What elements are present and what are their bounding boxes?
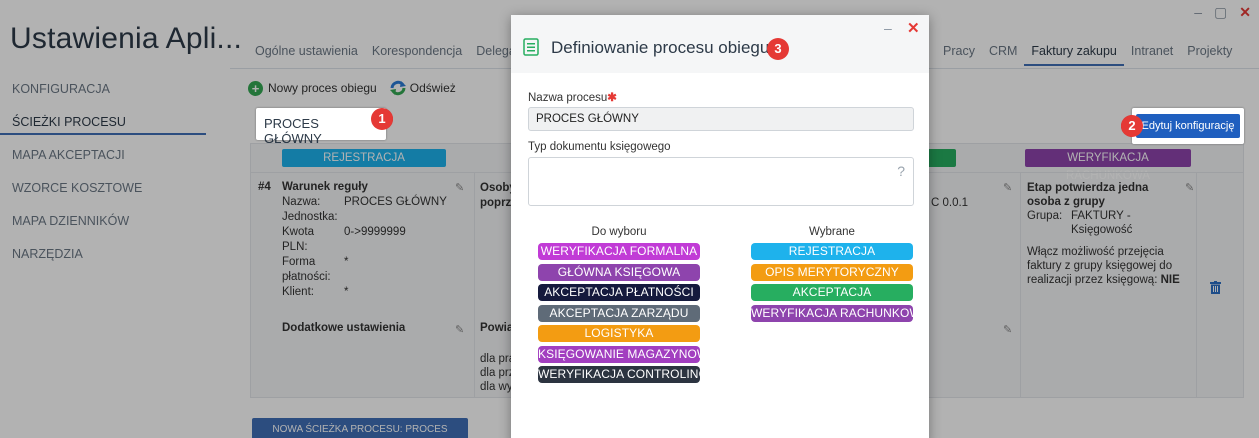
required-icon: ✱ — [607, 92, 617, 104]
badge-3: 3 — [767, 38, 789, 60]
selected-header: Wybrane — [809, 226, 855, 238]
available-chip[interactable]: WERYFIKACJA FORMALNA — [538, 243, 700, 260]
process-dialog: Definiowanie procesu obiegu 3 – ✕ Nazwa … — [511, 15, 929, 438]
name-label-wrap: Nazwa procesu✱ — [528, 90, 617, 104]
help-icon[interactable]: ? — [897, 163, 905, 179]
available-chip[interactable]: KSIĘGOWANIE MAGAZYNOWE — [538, 345, 716, 363]
edit-config-button-highlight[interactable]: Edytuj konfigurację — [1136, 114, 1240, 138]
selected-chip[interactable]: AKCEPTACJA — [751, 284, 913, 301]
process-label-highlight: PROCES GŁÓWNY — [256, 108, 386, 146]
document-type-input[interactable]: ? — [528, 157, 914, 206]
badge-2-highlight: 2 — [1121, 115, 1143, 137]
available-header: Do wyboru — [591, 226, 647, 238]
available-chip[interactable]: GŁÓWNA KSIĘGOWA — [538, 263, 700, 281]
selected-chip[interactable]: REJESTRACJA — [751, 243, 913, 260]
selected-chip[interactable]: WERYFIKACJA RACHUNKOWA — [751, 304, 928, 322]
dialog-title: Definiowanie procesu obiegu — [551, 38, 770, 57]
edit-config-wrap-highlight: Edytuj konfigurację — [1132, 108, 1244, 144]
available-chip[interactable]: AKCEPTACJA ZARZĄDU — [538, 304, 700, 322]
available-chip[interactable]: WERYFIKACJA CONTROLINGU — [538, 366, 717, 383]
name-label: Nazwa procesu — [528, 92, 608, 104]
process-name-input[interactable]: PROCES GŁÓWNY — [528, 107, 914, 131]
dialog-header: Definiowanie procesu obiegu 3 – ✕ — [511, 15, 929, 73]
form-icon — [523, 38, 539, 56]
type-label: Typ dokumentu księgowego — [528, 141, 671, 153]
selected-chip[interactable]: OPIS MERYTORYCZNY — [751, 263, 913, 281]
available-chip[interactable]: AKCEPTACJA PŁATNOŚCI — [538, 284, 700, 301]
badge-1-highlight: 1 — [371, 108, 393, 130]
dialog-close-icon[interactable]: ✕ — [907, 19, 920, 37]
dialog-minimize-icon[interactable]: – — [884, 20, 892, 36]
available-chip[interactable]: LOGISTYKA — [538, 325, 700, 342]
